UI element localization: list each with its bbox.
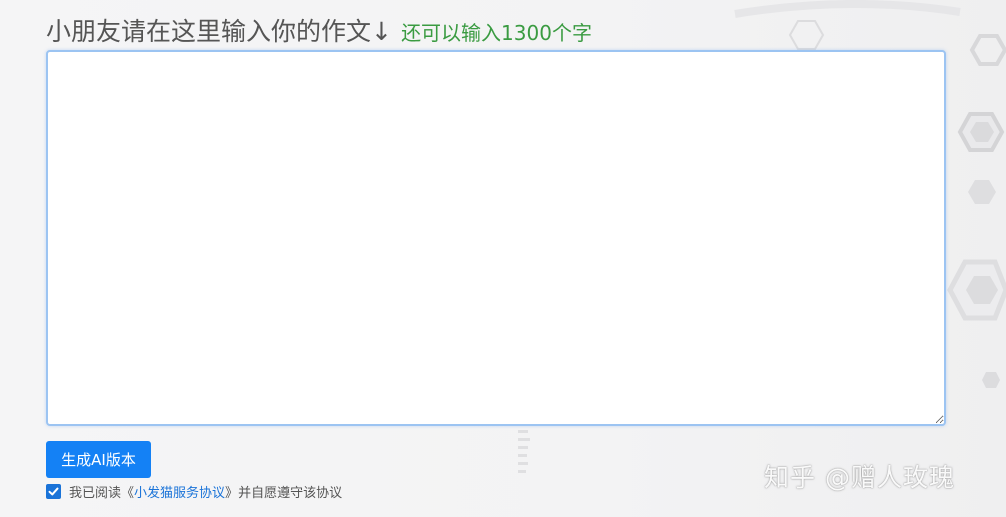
title-row: 小朋友请在这里输入你的作文↓ 还可以输入1300个字 [46, 12, 592, 48]
agreement-row: 我已阅读《小发猫服务协议》并自愿遵守该协议 [46, 482, 343, 501]
check-icon [48, 487, 59, 495]
service-agreement-link[interactable]: 小发猫服务协议 [134, 482, 225, 501]
page: 小朋友请在这里输入你的作文↓ 还可以输入1300个字 生成AI版本 我已阅读《小… [0, 0, 1006, 517]
watermark: 知乎 @赠人玫瑰 [764, 463, 955, 492]
remaining-characters-text: 还可以输入1300个字 [401, 21, 592, 45]
essay-input[interactable] [46, 50, 946, 426]
agreement-suffix: 并自愿遵守该协议 [238, 485, 343, 501]
down-arrow-icon: ↓ [371, 17, 392, 46]
generate-ai-version-button[interactable]: 生成AI版本 [46, 441, 151, 478]
agreement-close-quote: 》 [225, 485, 239, 501]
agreement-checkbox[interactable] [46, 483, 61, 499]
page-title: 小朋友请在这里输入你的作文 [46, 17, 372, 46]
agreement-prefix: 我已阅读 [69, 485, 122, 501]
agreement-open-quote: 《 [121, 485, 135, 501]
